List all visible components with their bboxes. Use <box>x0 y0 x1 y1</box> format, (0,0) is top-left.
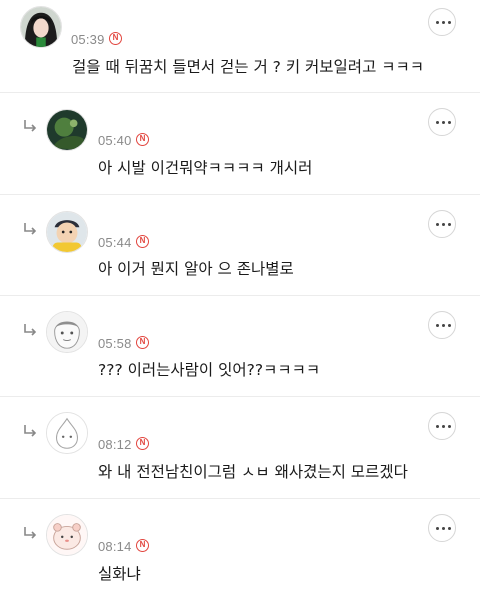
comment-item: 05:39 N 걸을 때 뒤꿈치 들면서 걷는 거 ? 키 커보일려고 ㅋㅋㅋ <box>0 0 480 93</box>
avatar-child-image <box>47 212 87 252</box>
avatar-green-photo-image <box>47 110 87 150</box>
avatar[interactable] <box>46 412 88 454</box>
comment-time: 05:58 <box>98 336 132 351</box>
more-options-icon <box>435 223 439 226</box>
avatar-hamster-image <box>47 515 87 555</box>
comment-text: 와 내 전전남친이그럼 ㅅㅂ 왜사겼는지 모르겠다 <box>98 463 408 481</box>
more-options-icon <box>435 324 439 327</box>
comment-time: 05:40 <box>98 133 132 148</box>
avatar-dark-hair-image <box>21 7 61 47</box>
more-options-button[interactable] <box>428 412 456 440</box>
comment-text: 아 이거 뭔지 알아 으 존나별로 <box>98 260 294 278</box>
avatar-drawn-face-image <box>47 312 87 352</box>
reply-arrow-icon <box>24 527 37 539</box>
comment-thread: 05:39 N 걸을 때 뒤꿈치 들면서 걷는 거 ? 키 커보일려고 ㅋㅋㅋ … <box>0 0 480 604</box>
more-options-icon <box>435 121 439 124</box>
reply-item: 05:44 N 아 이거 뭔지 알아 으 존나별로 <box>0 195 480 296</box>
reply-arrow-icon <box>24 120 37 132</box>
new-badge-icon: N <box>136 539 149 552</box>
more-options-button[interactable] <box>428 210 456 238</box>
reply-arrow-icon <box>24 425 37 437</box>
avatar[interactable] <box>46 211 88 253</box>
comment-text: 실화냐 <box>98 565 141 583</box>
more-options-button[interactable] <box>428 311 456 339</box>
more-options-icon <box>435 425 439 428</box>
avatar[interactable] <box>46 109 88 151</box>
more-options-button[interactable] <box>428 514 456 542</box>
comment-time: 08:12 <box>98 437 132 452</box>
new-badge-icon: N <box>136 336 149 349</box>
new-badge-icon: N <box>136 437 149 450</box>
comment-time: 05:44 <box>98 235 132 250</box>
comment-text: 걸을 때 뒤꿈치 들면서 걷는 거 ? 키 커보일려고 ㅋㅋㅋ <box>72 58 425 76</box>
comment-time: 05:39 <box>71 32 105 47</box>
new-badge-icon: N <box>136 133 149 146</box>
avatar[interactable] <box>20 6 62 48</box>
comment-time: 08:14 <box>98 539 132 554</box>
more-options-button[interactable] <box>428 108 456 136</box>
new-badge-icon: N <box>136 235 149 248</box>
reply-item: 08:12 N 와 내 전전남친이그럼 ㅅㅂ 왜사겼는지 모르겠다 <box>0 397 480 499</box>
more-options-button[interactable] <box>428 8 456 36</box>
reply-item: 08:14 N 실화냐 <box>0 499 480 604</box>
reply-item: 05:58 N ??? 이러는사람이 잇어??ㅋㅋㅋㅋ <box>0 296 480 397</box>
avatar[interactable] <box>46 514 88 556</box>
reply-item: 05:40 N 아 시발 이건뭐약ㅋㅋㅋㅋ 개시러 <box>0 93 480 195</box>
comment-text: 아 시발 이건뭐약ㅋㅋㅋㅋ 개시러 <box>98 159 313 177</box>
more-options-icon <box>435 527 439 530</box>
new-badge-icon: N <box>109 32 122 45</box>
avatar[interactable] <box>46 311 88 353</box>
avatar-peach-character-image <box>47 413 87 453</box>
reply-arrow-icon <box>24 223 37 235</box>
reply-arrow-icon <box>24 324 37 336</box>
more-options-icon <box>435 21 439 24</box>
comment-text: ??? 이러는사람이 잇어??ㅋㅋㅋㅋ <box>98 361 321 379</box>
